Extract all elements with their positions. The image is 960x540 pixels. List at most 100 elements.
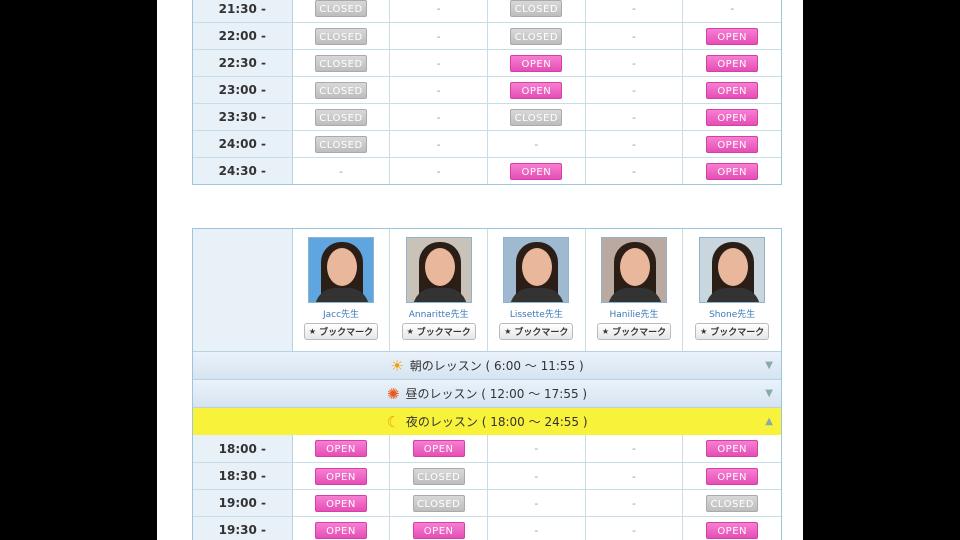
morning-section-label: 朝のレッスン ( 6:00 ～ 11:55 ) <box>409 359 584 373</box>
slot-cell: OPEN <box>293 517 391 540</box>
slot-cell: - <box>390 131 488 157</box>
schedule-row: 23:00 - CLOSED - OPEN - OPEN <box>193 76 781 103</box>
bookmark-button[interactable]: ★ ブックマーク <box>695 323 770 340</box>
teacher-row: Jacc先生 ★ ブックマーク Annaritte先生 ★ ブックマーク Lissette先… <box>193 229 781 351</box>
teacher-face <box>424 248 455 286</box>
slot-cell: OPEN <box>683 104 781 130</box>
open-slot-button[interactable]: OPEN <box>706 27 759 45</box>
schedule-row: 22:30 - CLOSED - OPEN - OPEN <box>193 49 781 76</box>
open-slot-button[interactable]: OPEN <box>314 521 367 539</box>
chevron-down-icon: ▼ <box>765 360 773 371</box>
slot-cell: OPEN <box>488 158 586 184</box>
teacher-card: Jacc先生 ★ ブックマーク <box>293 229 391 351</box>
teacher-name-link[interactable]: Annaritte先生 <box>409 307 469 320</box>
slot-cell: - <box>586 490 684 516</box>
slot-cell: CLOSED <box>683 490 781 516</box>
empty-slot-dash: - <box>436 29 441 43</box>
morning-section-header[interactable]: ☀ 朝のレッスン ( 6:00 ～ 11:55 ) ▼ <box>193 351 781 379</box>
teacher-name-link[interactable]: Jacc先生 <box>323 307 359 320</box>
afternoon-section-label: 昼のレッスン ( 12:00 ～ 17:55 ) <box>405 387 588 401</box>
open-slot-button[interactable]: OPEN <box>706 54 759 72</box>
bookmark-label: ブックマーク <box>710 328 765 338</box>
time-label: 24:30 - <box>193 158 293 184</box>
time-label: 23:30 - <box>193 104 293 130</box>
time-label: 21:30 - <box>193 0 293 22</box>
open-slot-button[interactable]: OPEN <box>314 440 367 457</box>
time-label: 19:00 - <box>193 490 293 516</box>
bookmark-label: ブックマーク <box>416 328 471 338</box>
slot-cell: OPEN <box>488 77 586 103</box>
open-slot-button[interactable]: OPEN <box>706 108 759 126</box>
open-slot-button[interactable]: OPEN <box>706 521 759 539</box>
bottom-schedule-table: Jacc先生 ★ ブックマーク Annaritte先生 ★ ブックマーク Lissette先… <box>192 228 782 540</box>
open-slot-button[interactable]: OPEN <box>706 81 759 99</box>
slot-cell: CLOSED <box>293 0 391 22</box>
empty-slot-dash: - <box>632 164 636 178</box>
closed-slot-badge: CLOSED <box>510 27 563 45</box>
empty-slot-dash: - <box>730 2 735 15</box>
teacher-photo[interactable] <box>699 237 766 303</box>
slot-cell: CLOSED <box>390 463 488 489</box>
open-slot-button[interactable]: OPEN <box>510 162 563 180</box>
open-slot-button[interactable]: OPEN <box>706 440 759 457</box>
empty-slot-dash: - <box>534 137 539 151</box>
slot-cell: - <box>488 517 586 540</box>
schedule-row: 18:30 - OPEN CLOSED - - OPEN <box>193 462 781 489</box>
teacher-photo[interactable] <box>307 237 374 303</box>
bookmark-button[interactable]: ★ ブックマーク <box>597 323 671 340</box>
bookmark-label: ブックマーク <box>319 328 374 338</box>
empty-slot-dash: - <box>436 164 441 178</box>
slot-cell: - <box>390 50 488 76</box>
slot-cell: - <box>488 490 586 516</box>
closed-slot-badge: CLOSED <box>314 27 367 45</box>
closed-slot-badge: CLOSED <box>706 494 759 512</box>
chevron-down-icon: ▼ <box>765 388 773 399</box>
empty-slot-dash: - <box>632 496 636 510</box>
closed-slot-badge: CLOSED <box>412 467 465 485</box>
slot-cell: - <box>293 158 391 184</box>
evening-schedule-rows: 18:00 - OPEN OPEN - - OPEN 18:30 - OPEN CLOSED - -… <box>193 435 781 540</box>
open-slot-button[interactable]: OPEN <box>412 440 465 457</box>
closed-slot-badge: CLOSED <box>314 108 367 126</box>
slot-cell: OPEN <box>683 77 781 103</box>
empty-slot-dash: - <box>534 469 539 483</box>
slot-cell: CLOSED <box>390 490 488 516</box>
empty-slot-dash: - <box>534 496 539 510</box>
slot-cell: - <box>586 77 684 103</box>
open-slot-button[interactable]: OPEN <box>314 494 367 512</box>
slot-cell: - <box>488 463 586 489</box>
teacher-name-link[interactable]: Shone先生 <box>709 307 755 320</box>
top-schedule-table: 21:30 - CLOSED - CLOSED - - 22:00 - CLOSED - CLOS… <box>192 0 782 185</box>
open-slot-button[interactable]: OPEN <box>706 135 759 153</box>
teacher-name-link[interactable]: Hanilie先生 <box>609 307 658 320</box>
teacher-photo[interactable] <box>601 237 667 303</box>
open-slot-button[interactable]: OPEN <box>510 54 563 72</box>
empty-slot-dash: - <box>632 442 636 455</box>
afternoon-section-header[interactable]: ✺ 昼のレッスン ( 12:00 ～ 17:55 ) ▼ <box>193 379 781 407</box>
teacher-photo[interactable] <box>405 237 472 303</box>
open-slot-button[interactable]: OPEN <box>510 81 563 99</box>
teacher-card: Shone先生 ★ ブックマーク <box>683 229 781 351</box>
chevron-up-icon: ▲ <box>765 416 773 427</box>
open-slot-button[interactable]: OPEN <box>706 467 759 485</box>
schedule-row: 19:30 - OPEN OPEN - - OPEN <box>193 516 781 540</box>
empty-slot-dash: - <box>436 2 441 15</box>
bookmark-button[interactable]: ★ ブックマーク <box>303 323 378 340</box>
schedule-row: 18:00 - OPEN OPEN - - OPEN <box>193 435 781 462</box>
time-label: 24:00 - <box>193 131 293 157</box>
empty-slot-dash: - <box>632 137 636 151</box>
evening-section-header[interactable]: ☾ 夜のレッスン ( 18:00 ～ 24:55 ) ▲ <box>193 407 781 435</box>
empty-slot-dash: - <box>632 110 636 124</box>
empty-slot-dash: - <box>436 110 441 124</box>
bookmark-label: ブックマーク <box>514 328 569 338</box>
teacher-photo[interactable] <box>503 237 570 303</box>
empty-slot-dash: - <box>436 137 441 151</box>
slot-cell: - <box>390 23 488 49</box>
open-slot-button[interactable]: OPEN <box>314 467 367 485</box>
slot-cell: CLOSED <box>293 77 391 103</box>
bookmark-button[interactable]: ★ ブックマーク <box>401 323 476 340</box>
open-slot-button[interactable]: OPEN <box>412 521 465 539</box>
open-slot-button[interactable]: OPEN <box>706 162 759 180</box>
bookmark-button[interactable]: ★ ブックマーク <box>499 323 574 340</box>
teacher-name-link[interactable]: Lissette先生 <box>510 307 563 320</box>
